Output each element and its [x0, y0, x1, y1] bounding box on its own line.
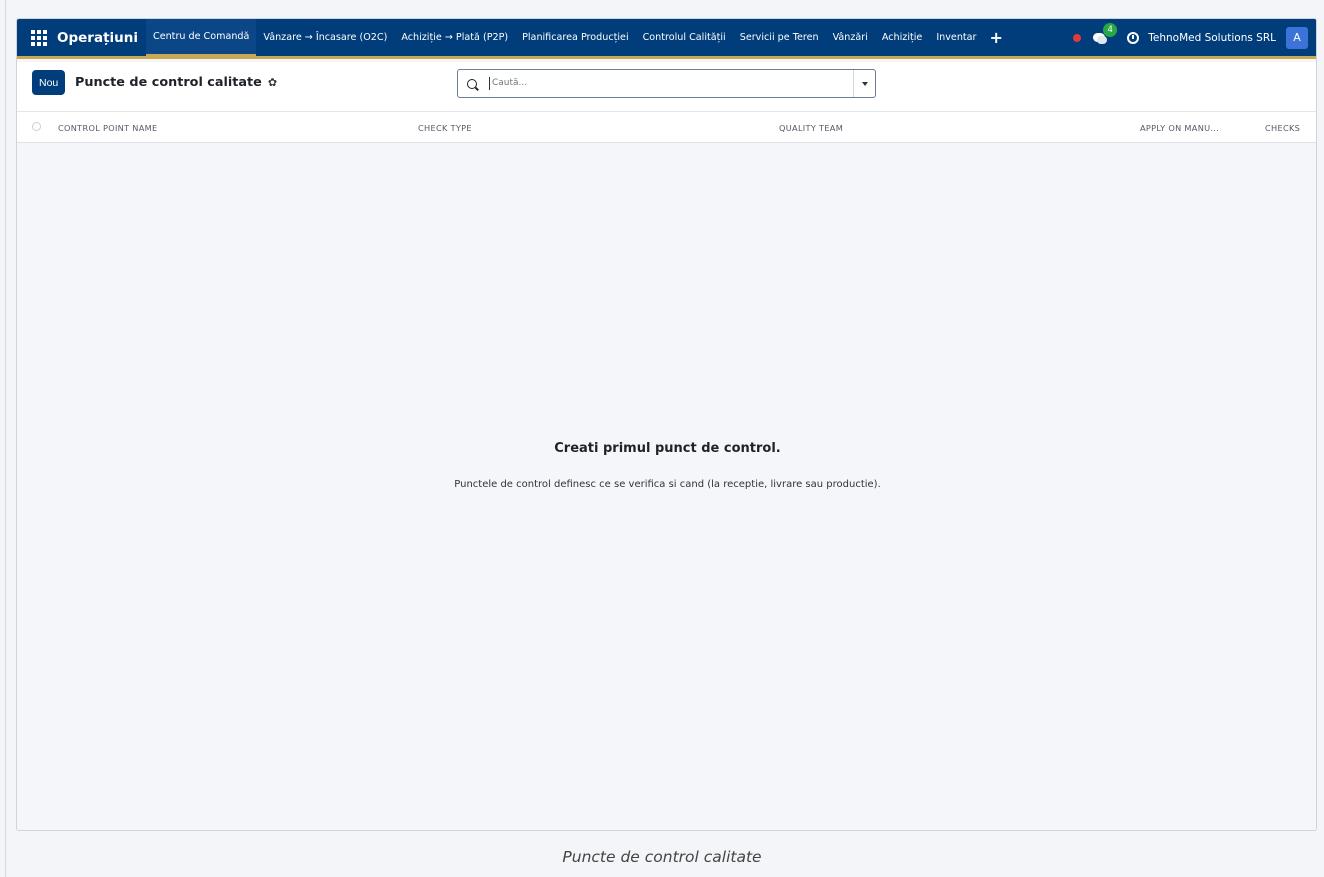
empty-state-title: Creati primul punct de control. — [554, 441, 781, 456]
search-bar — [457, 69, 876, 98]
column-header-checks[interactable]: CHECKS — [1265, 123, 1300, 133]
add-menu-icon[interactable]: + — [983, 28, 1008, 47]
menu-item-purchase[interactable]: Achiziție — [875, 19, 929, 56]
messaging-icon[interactable]: 4 — [1093, 22, 1118, 45]
app-name[interactable]: Operațiuni — [57, 30, 138, 46]
navbar-systray: 4 TehnoMed Solutions SRL A — [1073, 19, 1316, 56]
empty-state-description: Punctele de control definesc ce se verif… — [454, 479, 881, 490]
page-border — [5, 0, 6, 877]
figure-caption: Puncte de control calitate — [562, 848, 762, 866]
main-menu: Centru de Comandă Vânzare → Încasare (O2… — [146, 19, 1009, 56]
menu-item-order-to-cash[interactable]: Vânzare → Încasare (O2C) — [256, 19, 394, 56]
gear-icon[interactable]: ✿ — [268, 76, 277, 89]
column-header-check-type[interactable]: CHECK TYPE — [418, 123, 472, 133]
menu-item-command-center[interactable]: Centru de Comandă — [146, 19, 257, 56]
menu-item-production-planning[interactable]: Planificarea Producției — [515, 19, 636, 56]
column-header-quality-team[interactable]: QUALITY TEAM — [779, 123, 843, 133]
page-title: Puncte de control calitate — [75, 75, 262, 90]
control-panel: Nou Puncte de control calitate ✿ — [17, 62, 1316, 112]
breadcrumb: Puncte de control calitate ✿ — [75, 75, 277, 90]
app-window: Operațiuni Centru de Comandă Vânzare → Î… — [16, 18, 1317, 831]
menu-item-procure-to-pay[interactable]: Achiziție → Plată (P2P) — [394, 19, 515, 56]
search-options-toggle[interactable] — [853, 70, 875, 97]
menu-item-sales[interactable]: Vânzări — [826, 19, 875, 56]
empty-state: Creati primul punct de control. Punctele… — [17, 143, 1316, 830]
message-count-badge: 4 — [1103, 22, 1118, 37]
search-icon — [467, 78, 477, 89]
menu-item-inventory[interactable]: Inventar — [929, 19, 983, 56]
list-header: CONTROL POINT NAME CHECK TYPE QUALITY TE… — [17, 112, 1316, 143]
activity-clock-icon[interactable] — [1127, 31, 1140, 44]
recording-indicator-icon[interactable] — [1073, 33, 1082, 42]
search-input[interactable] — [489, 77, 829, 90]
caret-down-icon — [861, 81, 868, 86]
menu-item-quality-control[interactable]: Controlul Calității — [636, 19, 733, 56]
new-button[interactable]: Nou — [32, 70, 66, 95]
menu-item-field-service[interactable]: Servicii pe Teren — [733, 19, 826, 56]
company-switcher[interactable]: TehnoMed Solutions SRL — [1148, 32, 1276, 44]
apps-grid-icon[interactable] — [31, 29, 49, 47]
top-navbar: Operațiuni Centru de Comandă Vânzare → Î… — [17, 19, 1316, 59]
select-all-checkbox[interactable] — [32, 122, 41, 131]
column-header-control-point-name[interactable]: CONTROL POINT NAME — [58, 123, 157, 133]
column-header-apply-on-manufacturing[interactable]: APPLY ON MANU... — [1140, 123, 1219, 133]
user-avatar[interactable]: A — [1286, 26, 1308, 49]
